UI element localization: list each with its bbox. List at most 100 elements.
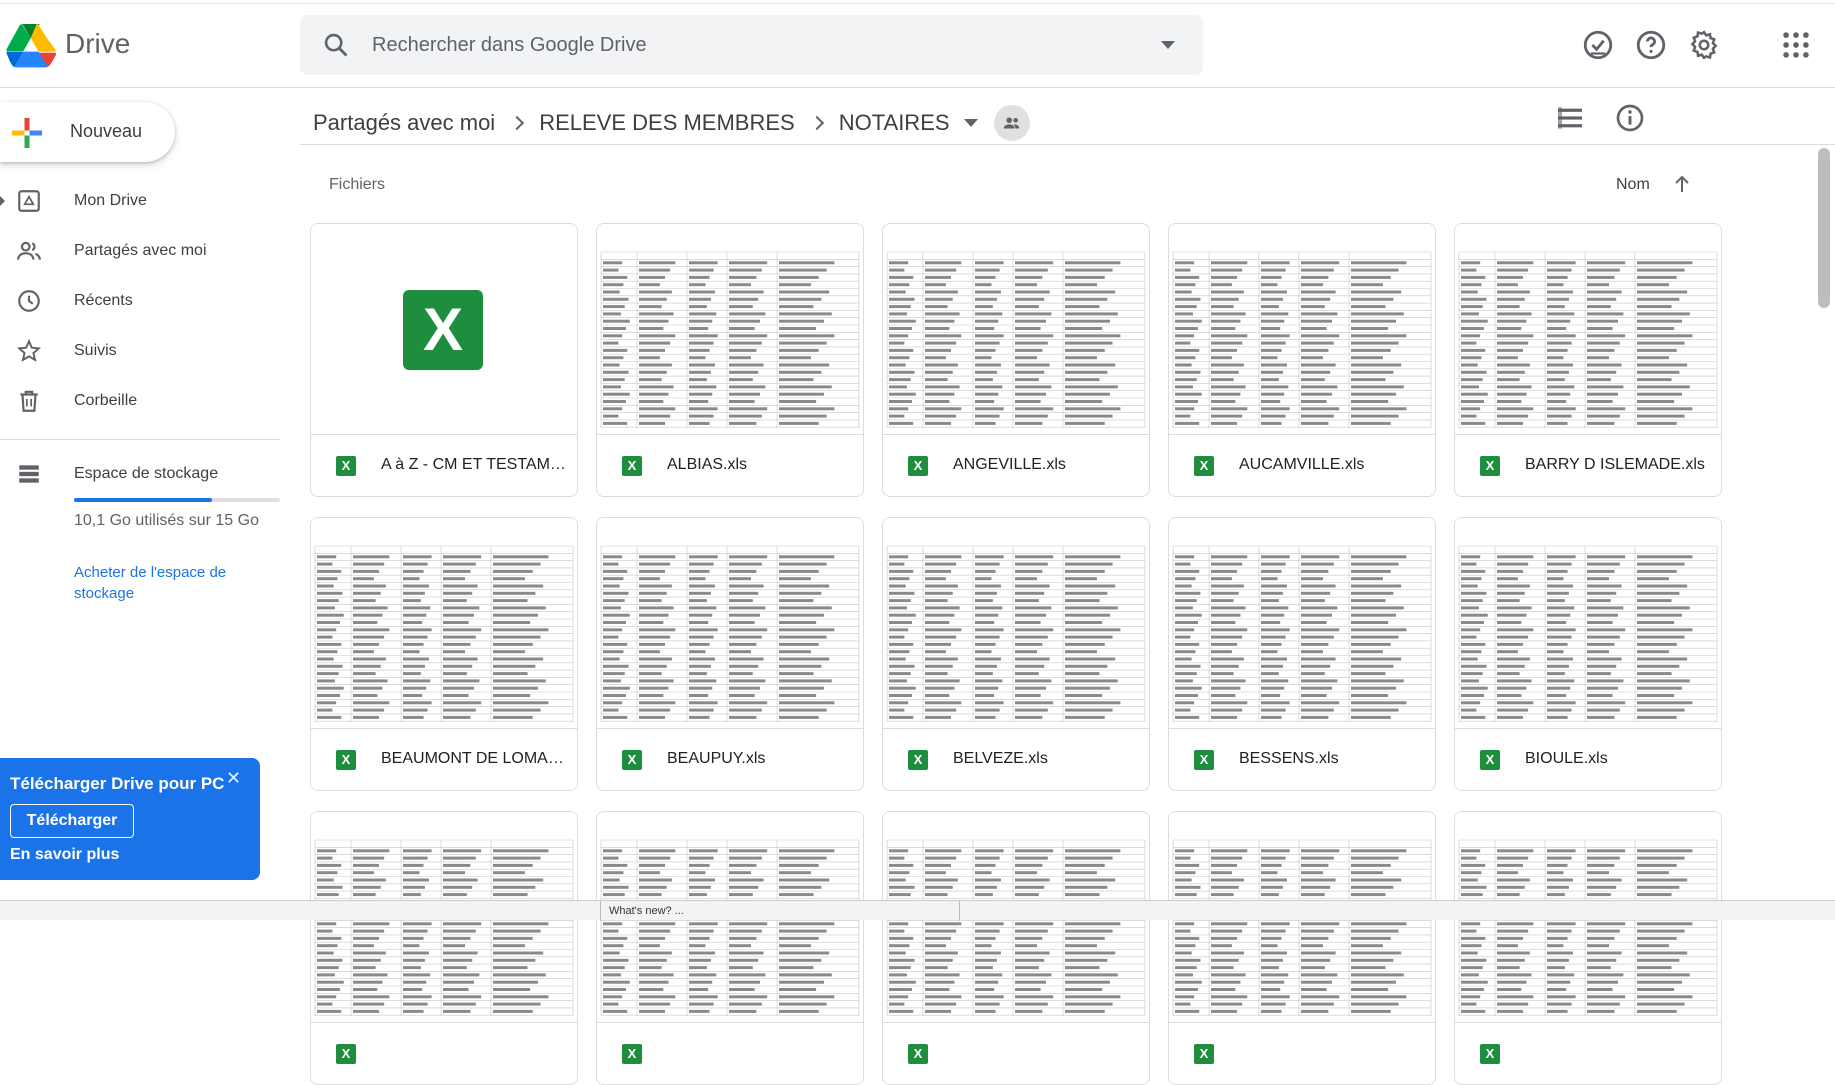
file-card[interactable]: X BEAUMONT DE LOMAGNE.xls bbox=[310, 517, 578, 791]
spreadsheet-preview bbox=[1458, 545, 1718, 722]
sidebar-item-label: Suivis bbox=[74, 342, 117, 359]
clock-icon bbox=[18, 290, 40, 312]
file-card[interactable]: X bbox=[1168, 811, 1436, 1085]
storage-progress-bar bbox=[74, 498, 280, 502]
search-options-chevron-icon[interactable] bbox=[1161, 41, 1175, 49]
file-card-footer[interactable]: X bbox=[1169, 1022, 1435, 1084]
file-name: BEAUPUY.xls bbox=[667, 750, 766, 767]
sidebar-divider bbox=[0, 439, 280, 440]
sidebar-item-my-drive[interactable]: Mon Drive bbox=[0, 177, 280, 225]
file-card[interactable]: X BELVEZE.xls bbox=[882, 517, 1150, 791]
trash-icon bbox=[20, 390, 38, 412]
close-icon[interactable]: ✕ bbox=[226, 768, 241, 789]
excel-large-icon: X bbox=[403, 290, 483, 370]
file-card[interactable]: X bbox=[310, 811, 578, 1085]
file-card-footer[interactable]: X ALBIAS.xls bbox=[597, 434, 863, 496]
breadcrumb-item-notaires[interactable]: NOTAIRES bbox=[839, 110, 950, 136]
excel-file-icon: X bbox=[908, 750, 928, 770]
file-card-footer[interactable]: X bbox=[883, 1022, 1149, 1084]
excel-file-icon: X bbox=[908, 1044, 928, 1064]
file-card[interactable]: X AUCAMVILLE.xls bbox=[1168, 223, 1436, 497]
file-card-footer[interactable]: X bbox=[597, 1022, 863, 1084]
details-info-icon[interactable] bbox=[1614, 102, 1646, 134]
file-card[interactable]: X BIOULE.xls bbox=[1454, 517, 1722, 791]
apps-grid-icon[interactable] bbox=[1779, 28, 1813, 62]
shared-people-icon bbox=[17, 241, 41, 260]
file-card-footer[interactable]: X AUCAMVILLE.xls bbox=[1169, 434, 1435, 496]
search-input[interactable]: Rechercher dans Google Drive bbox=[372, 34, 647, 57]
learn-more-link[interactable]: En savoir plus bbox=[10, 846, 119, 864]
file-card[interactable]: X BESSENS.xls bbox=[1168, 517, 1436, 791]
sidebar-item-recent[interactable]: Récents bbox=[0, 277, 280, 325]
chevron-right-icon bbox=[809, 115, 824, 131]
scrollbar[interactable] bbox=[1818, 148, 1830, 308]
new-button[interactable]: Nouveau bbox=[0, 102, 175, 162]
spreadsheet-preview bbox=[1458, 251, 1718, 428]
taskbar-item[interactable]: What's new? ... bbox=[600, 901, 960, 921]
excel-file-icon: X bbox=[622, 456, 642, 476]
breadcrumb-item-shared[interactable]: Partagés avec moi bbox=[313, 110, 495, 136]
file-card[interactable]: X ALBIAS.xls bbox=[596, 223, 864, 497]
excel-file-icon: X bbox=[1480, 456, 1500, 476]
file-name: BIOULE.xls bbox=[1525, 750, 1608, 767]
file-thumbnail bbox=[883, 518, 1149, 728]
file-card-footer[interactable]: X BEAUMONT DE LOMAGNE.xls bbox=[311, 728, 577, 790]
file-card[interactable]: X bbox=[882, 811, 1150, 1085]
shared-folder-people-icon[interactable] bbox=[993, 105, 1030, 141]
file-card-footer[interactable]: X bbox=[311, 1022, 577, 1084]
file-card-footer[interactable]: X BIOULE.xls bbox=[1455, 728, 1721, 790]
excel-file-icon: X bbox=[1194, 456, 1214, 476]
excel-file-icon: X bbox=[336, 1044, 356, 1064]
file-name: ANGEVILLE.xls bbox=[953, 456, 1066, 473]
excel-file-icon: X bbox=[336, 456, 356, 476]
taskbar: What's new? ... bbox=[0, 900, 1835, 921]
file-name: BESSENS.xls bbox=[1239, 750, 1339, 767]
file-thumbnail bbox=[1455, 224, 1721, 434]
search-icon[interactable] bbox=[322, 31, 350, 59]
sidebar-item-label: Récents bbox=[74, 292, 133, 309]
offline-ready-icon[interactable] bbox=[1581, 28, 1615, 62]
help-icon[interactable] bbox=[1634, 28, 1668, 62]
drive-logo-icon[interactable] bbox=[6, 24, 56, 68]
file-card[interactable]: X bbox=[596, 811, 864, 1085]
sidebar-item-shared[interactable]: Partagés avec moi bbox=[0, 227, 280, 275]
product-name[interactable]: Drive bbox=[65, 28, 130, 60]
sort-ascending-arrow-icon[interactable] bbox=[1670, 172, 1694, 196]
promo-title: Télécharger Drive pour PC bbox=[10, 774, 225, 793]
breadcrumb-item-releve[interactable]: RELEVE DES MEMBRES bbox=[539, 110, 795, 136]
folder-menu-chevron-down-icon[interactable] bbox=[963, 119, 978, 127]
sort-by-name-button[interactable]: Nom bbox=[1616, 176, 1650, 194]
file-card-footer[interactable]: X BESSENS.xls bbox=[1169, 728, 1435, 790]
expand-arrow-icon[interactable] bbox=[0, 196, 5, 206]
list-view-icon[interactable] bbox=[1554, 102, 1586, 134]
file-name: BEAUMONT DE LOMAGNE.xls bbox=[381, 750, 571, 767]
file-name: A à Z - CM ET TESTAMENTS.xls bbox=[381, 456, 571, 473]
file-card[interactable]: X BEAUPUY.xls bbox=[596, 517, 864, 791]
spreadsheet-preview bbox=[886, 839, 1146, 1016]
sidebar-item-trash[interactable]: Corbeille bbox=[0, 377, 280, 425]
file-card-footer[interactable]: X A à Z - CM ET TESTAMENTS.xls bbox=[311, 434, 577, 496]
sidebar-item-storage[interactable]: Espace de stockage bbox=[0, 450, 280, 498]
file-thumbnail bbox=[1455, 518, 1721, 728]
search-box[interactable]: Rechercher dans Google Drive bbox=[300, 15, 1203, 75]
file-card[interactable]: X bbox=[1454, 811, 1722, 1085]
download-button[interactable]: Télécharger bbox=[10, 804, 134, 838]
file-card-footer[interactable]: X BEAUPUY.xls bbox=[597, 728, 863, 790]
excel-file-icon: X bbox=[622, 1044, 642, 1064]
download-drive-promo: Télécharger Drive pour PC ✕ Télécharger … bbox=[0, 758, 260, 880]
file-card-footer[interactable]: X bbox=[1455, 1022, 1721, 1084]
spreadsheet-preview bbox=[314, 839, 574, 1016]
file-card-footer[interactable]: X BELVEZE.xls bbox=[883, 728, 1149, 790]
file-card[interactable]: X BARRY D ISLEMADE.xls bbox=[1454, 223, 1722, 497]
file-card[interactable]: X X A à Z - CM ET TESTAMENTS.xls bbox=[310, 223, 578, 497]
file-card-footer[interactable]: X BARRY D ISLEMADE.xls bbox=[1455, 434, 1721, 496]
chevron-right-icon bbox=[510, 115, 525, 131]
sidebar-item-starred[interactable]: Suivis bbox=[0, 327, 280, 375]
excel-file-icon: X bbox=[1194, 1044, 1214, 1064]
file-card-footer[interactable]: X ANGEVILLE.xls bbox=[883, 434, 1149, 496]
settings-gear-icon[interactable] bbox=[1687, 28, 1721, 62]
file-thumbnail bbox=[883, 224, 1149, 434]
file-card[interactable]: X ANGEVILLE.xls bbox=[882, 223, 1150, 497]
file-name: BELVEZE.xls bbox=[953, 750, 1048, 767]
buy-storage-link[interactable]: Acheter de l'espace de stockage bbox=[74, 562, 274, 604]
